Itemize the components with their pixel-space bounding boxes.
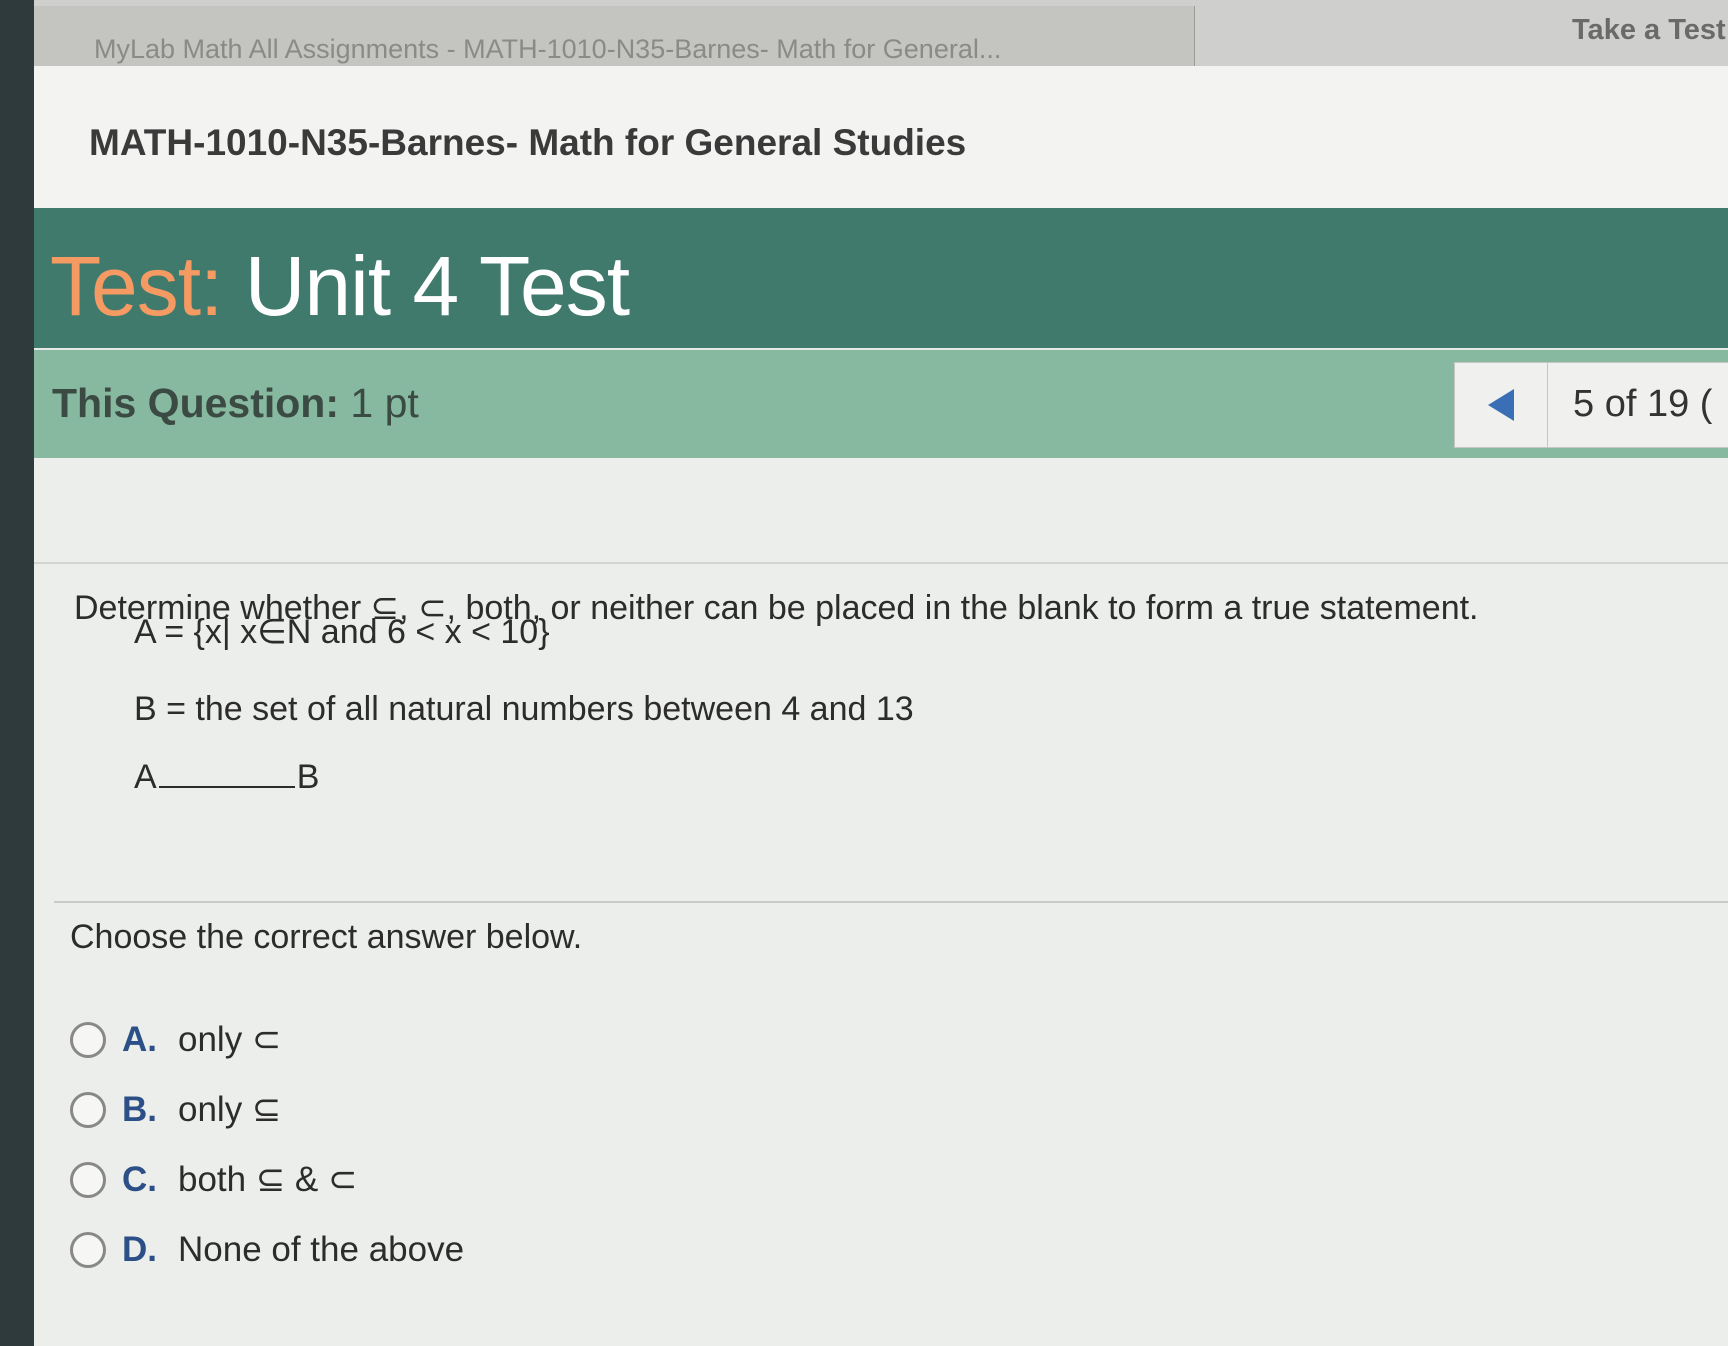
choose-instruction: Choose the correct answer below. — [70, 918, 583, 956]
radio-button-icon[interactable] — [70, 1162, 106, 1198]
test-name: Unit 4 Test — [244, 239, 630, 333]
question-content: Determine whether ⊆, ⊂, both, or neither… — [34, 458, 1728, 1346]
separator — [34, 562, 1728, 564]
set-b-definition: B = the set of all natural numbers betwe… — [134, 690, 914, 728]
radio-button-icon[interactable] — [70, 1022, 106, 1058]
tab-title: MyLab Math All Assignments - MATH-1010-N… — [94, 34, 1002, 64]
option-text: only ⊆ — [178, 1090, 282, 1129]
test-banner: Test: Unit 4 Test — [34, 208, 1728, 348]
option-letter: B. — [122, 1090, 157, 1129]
question-counter: 5 of 19 ( — [1573, 383, 1713, 425]
option-text: only ⊂ — [178, 1020, 282, 1059]
question-navigator: 5 of 19 ( — [1454, 362, 1728, 448]
radio-button-icon[interactable] — [70, 1232, 106, 1268]
option-text: None of the above — [178, 1230, 465, 1269]
screen: MyLab Math All Assignments - MATH-1010-N… — [34, 0, 1728, 1346]
test-title: Test: Unit 4 Test — [50, 238, 630, 335]
blank-statement: AB — [134, 758, 319, 797]
triangle-left-icon — [1488, 389, 1514, 421]
points-value: 1 pt — [350, 380, 419, 426]
question-bar: This Question: 1 pt 5 of 19 ( — [34, 350, 1728, 458]
option-letter: A. — [122, 1020, 157, 1059]
option-letter: D. — [122, 1230, 157, 1269]
take-a-test-tab-label[interactable]: Take a Test — [1572, 14, 1726, 47]
answer-blank — [158, 786, 295, 788]
browser-tab-strip: MyLab Math All Assignments - MATH-1010-N… — [34, 0, 1728, 67]
points-label: This Question: — [52, 380, 339, 426]
option-d[interactable]: D. None of the above — [70, 1228, 464, 1272]
option-b[interactable]: B. only ⊆ — [70, 1088, 281, 1132]
radio-button-icon[interactable] — [70, 1092, 106, 1128]
set-a-definition: A = {x| x∈N and 6 < x < 10} — [134, 613, 550, 651]
course-title: MATH-1010-N35-Barnes- Math for General S… — [89, 122, 967, 163]
option-text: both ⊆ & ⊂ — [178, 1160, 358, 1199]
course-header: MATH-1010-N35-Barnes- Math for General S… — [34, 66, 1728, 209]
option-c[interactable]: C. both ⊆ & ⊂ — [70, 1158, 357, 1202]
option-a[interactable]: A. only ⊂ — [70, 1018, 281, 1062]
blank-left-set: A — [134, 758, 157, 796]
previous-question-button[interactable] — [1455, 363, 1548, 447]
question-points: This Question: 1 pt — [52, 380, 419, 427]
browser-tab[interactable]: MyLab Math All Assignments - MATH-1010-N… — [34, 6, 1195, 66]
option-letter: C. — [122, 1160, 157, 1199]
test-label: Test: — [50, 239, 223, 333]
blank-right-set: B — [296, 758, 320, 796]
divider — [54, 901, 1728, 903]
